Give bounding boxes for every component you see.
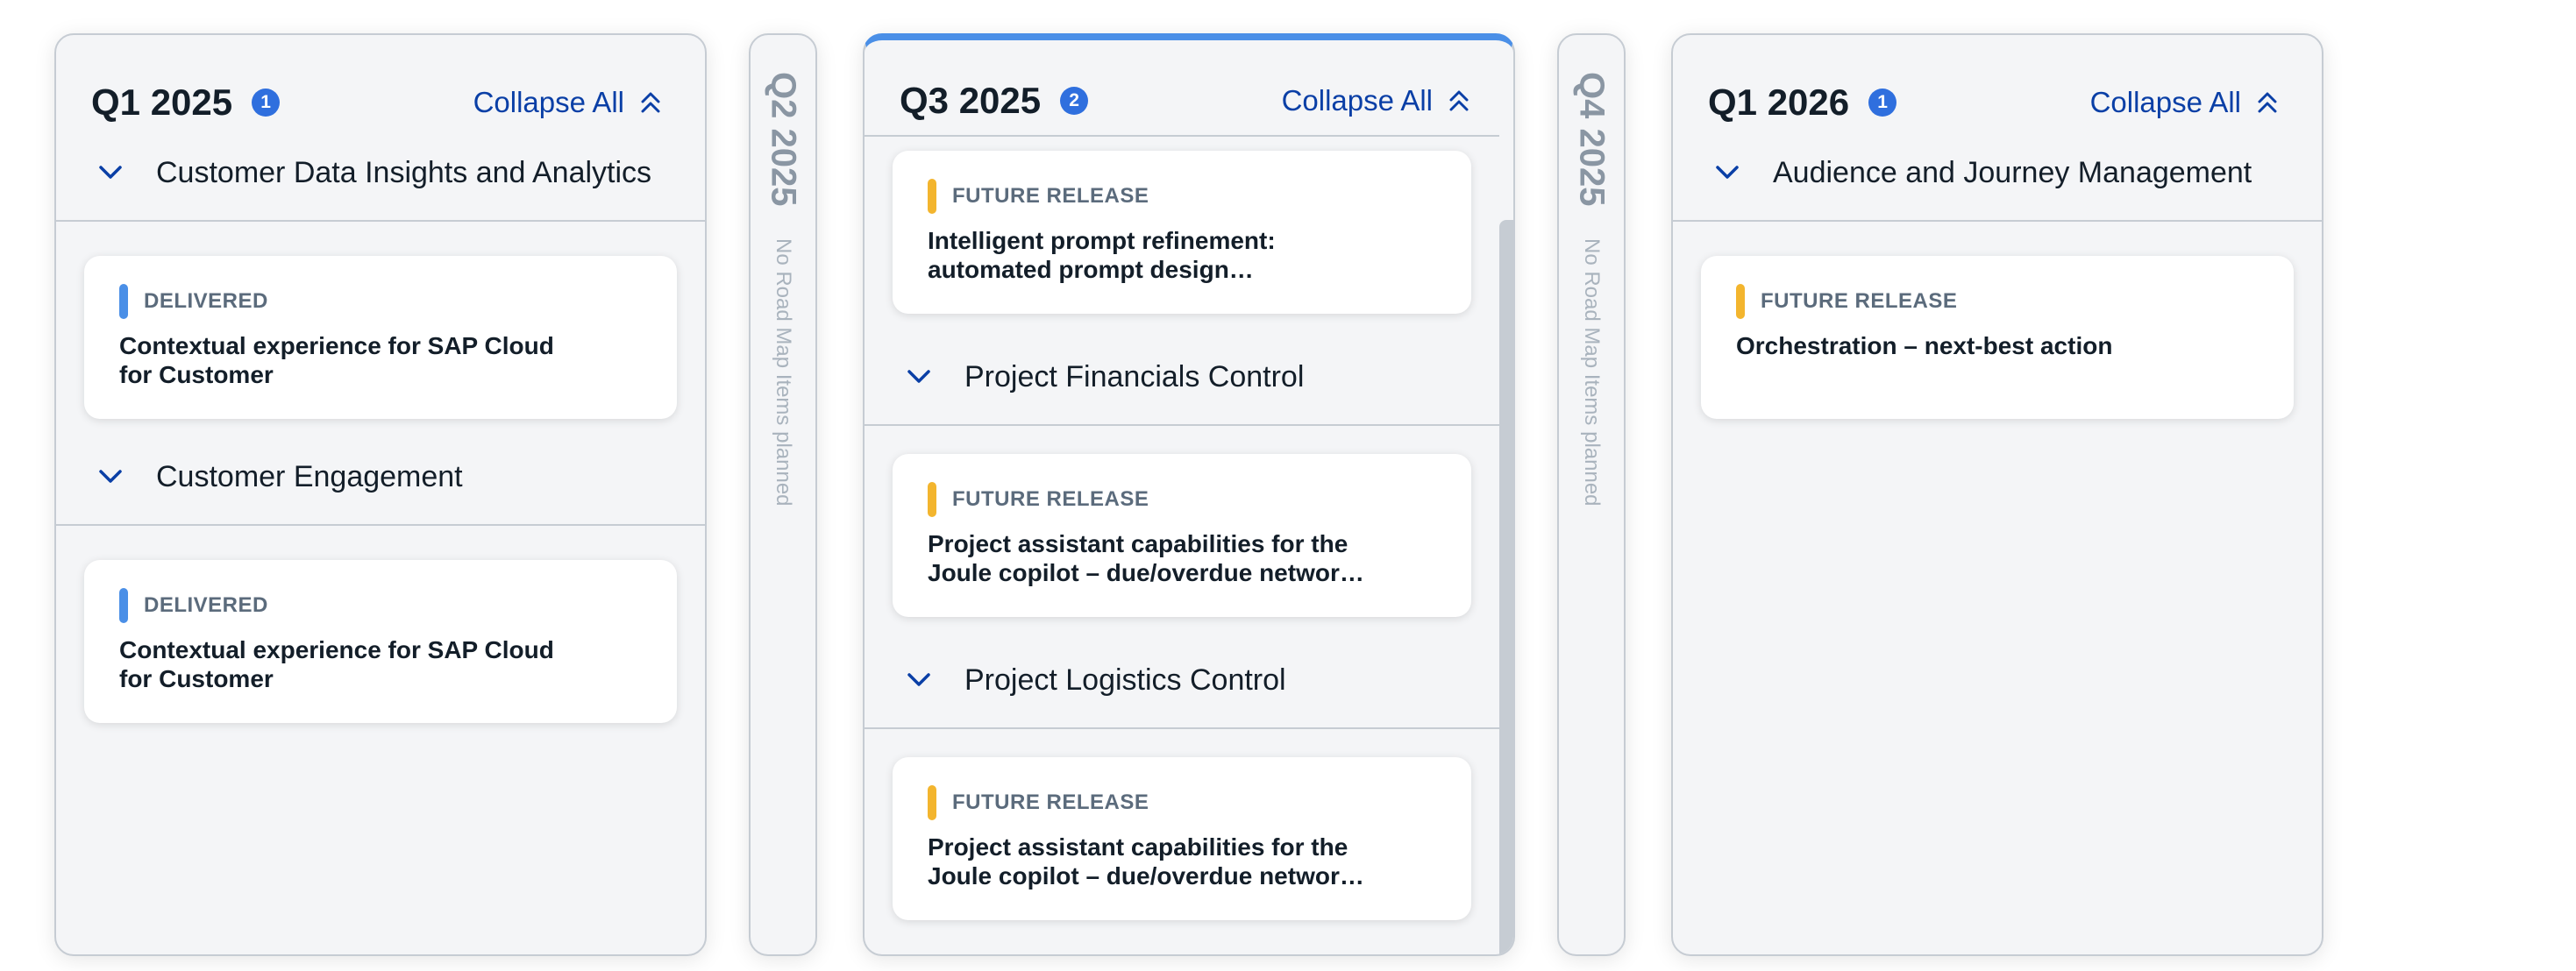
status-indicator xyxy=(928,179,936,214)
group-header-audience-journey[interactable]: Audience and Journey Management xyxy=(1673,125,2322,222)
column-title: Q1 2025 1 xyxy=(91,82,281,124)
group-title: Project Financials Control xyxy=(964,359,1305,393)
group-header-project-logistics[interactable]: Project Logistics Control xyxy=(865,633,1499,729)
quarter-column-q3-2025: Q3 2025 2 Collapse All FUTURE RELEASE In… xyxy=(863,33,1515,956)
quarter-title: Q3 2025 xyxy=(900,80,1042,121)
column-header: Q1 2026 1 Collapse All xyxy=(1708,77,2278,128)
vertical-scrollbar[interactable] xyxy=(1499,220,1513,954)
group-header-customer-engagement[interactable]: Customer Engagement xyxy=(56,429,705,526)
roadmap-item-card[interactable]: FUTURE RELEASE Project assistant capabil… xyxy=(893,757,1471,920)
status-row: FUTURE RELEASE xyxy=(928,482,1436,517)
status-label: FUTURE RELEASE xyxy=(952,790,1149,814)
quarter-column-q4-2025[interactable]: Q4 2025 No Road Map Items planned xyxy=(1557,33,1626,956)
status-row: FUTURE RELEASE xyxy=(1736,284,2259,319)
header-divider xyxy=(865,135,1499,137)
item-count-badge: 2 xyxy=(1060,87,1089,115)
quarter-title: Q2 2025 xyxy=(764,72,803,207)
collapse-all-button[interactable]: Collapse All xyxy=(2090,86,2278,119)
group-title: Customer Engagement xyxy=(156,459,463,493)
status-label: DELIVERED xyxy=(144,593,268,617)
item-title[interactable]: Contextual experience for SAP Cloud for … xyxy=(119,635,593,693)
roadmap-item-card[interactable]: DELIVERED Contextual experience for SAP … xyxy=(84,560,677,723)
status-label: FUTURE RELEASE xyxy=(952,487,1149,511)
item-count-badge: 1 xyxy=(1868,89,1897,117)
status-indicator xyxy=(1736,284,1745,319)
status-row: FUTURE RELEASE xyxy=(928,785,1436,820)
group-header-project-financials[interactable]: Project Financials Control xyxy=(865,330,1499,426)
chevron-down-icon[interactable] xyxy=(907,369,931,385)
double-chevron-up-icon xyxy=(2258,92,2277,113)
group-title: Customer Data Insights and Analytics xyxy=(156,155,652,189)
status-indicator xyxy=(928,785,936,820)
collapse-all-label: Collapse All xyxy=(1281,84,1433,117)
collapse-all-button[interactable]: Collapse All xyxy=(1282,84,1469,117)
roadmap-item-card[interactable]: FUTURE RELEASE Project assistant capabil… xyxy=(893,454,1471,617)
item-title[interactable]: Intelligent prompt refinement: automated… xyxy=(928,226,1401,284)
group-title: Audience and Journey Management xyxy=(1773,155,2252,189)
column-title: Q1 2026 1 xyxy=(1708,82,1897,124)
roadmap-item-card[interactable]: FUTURE RELEASE Intelligent prompt refine… xyxy=(893,151,1471,314)
quarter-column-q1-2026: Q1 2026 1 Collapse All Audience and Jour… xyxy=(1671,33,2323,956)
item-count-badge: 1 xyxy=(252,89,281,117)
group-title: Project Logistics Control xyxy=(964,663,1286,697)
roadmap-item-card[interactable]: DELIVERED Contextual experience for SAP … xyxy=(84,256,677,419)
status-row: DELIVERED xyxy=(119,588,642,623)
quarter-column-q1-2025: Q1 2025 1 Collapse All Customer Data Ins… xyxy=(54,33,707,956)
status-label: FUTURE RELEASE xyxy=(1761,289,1958,313)
status-row: DELIVERED xyxy=(119,284,642,319)
status-row: FUTURE RELEASE xyxy=(928,179,1436,214)
no-items-note: No Road Map Items planned xyxy=(772,238,795,507)
roadmap-item-card[interactable]: FUTURE RELEASE Orchestration – next-best… xyxy=(1701,256,2294,419)
column-header: Q3 2025 2 Collapse All xyxy=(900,75,1469,126)
column-title: Q3 2025 2 xyxy=(900,80,1089,122)
quarter-title: Q1 2026 xyxy=(1708,82,1850,123)
item-title[interactable]: Contextual experience for SAP Cloud for … xyxy=(119,331,593,389)
status-label: DELIVERED xyxy=(144,289,268,313)
no-items-note: No Road Map Items planned xyxy=(1580,238,1604,507)
status-indicator xyxy=(119,284,128,319)
quarter-title: Q1 2025 xyxy=(91,82,233,123)
item-title[interactable]: Orchestration – next-best action xyxy=(1736,331,2210,360)
collapse-all-label: Collapse All xyxy=(2089,86,2241,118)
double-chevron-up-icon xyxy=(1449,90,1469,111)
status-indicator xyxy=(119,588,128,623)
status-label: FUTURE RELEASE xyxy=(952,184,1149,208)
collapse-all-button[interactable]: Collapse All xyxy=(473,86,661,119)
collapse-all-label: Collapse All xyxy=(473,86,624,118)
quarter-title: Q4 2025 xyxy=(1572,72,1612,207)
status-indicator xyxy=(928,482,936,517)
column-header: Q1 2025 1 Collapse All xyxy=(91,77,661,128)
chevron-down-icon[interactable] xyxy=(907,672,931,688)
item-title[interactable]: Project assistant capabilities for the J… xyxy=(928,529,1401,587)
group-header-customer-data-insights[interactable]: Customer Data Insights and Analytics xyxy=(56,125,705,222)
chevron-down-icon[interactable] xyxy=(1715,165,1740,181)
item-title[interactable]: Project assistant capabilities for the J… xyxy=(928,833,1401,890)
double-chevron-up-icon xyxy=(641,92,660,113)
quarter-column-q2-2025[interactable]: Q2 2025 No Road Map Items planned xyxy=(749,33,817,956)
chevron-down-icon[interactable] xyxy=(98,469,123,485)
chevron-down-icon[interactable] xyxy=(98,165,123,181)
